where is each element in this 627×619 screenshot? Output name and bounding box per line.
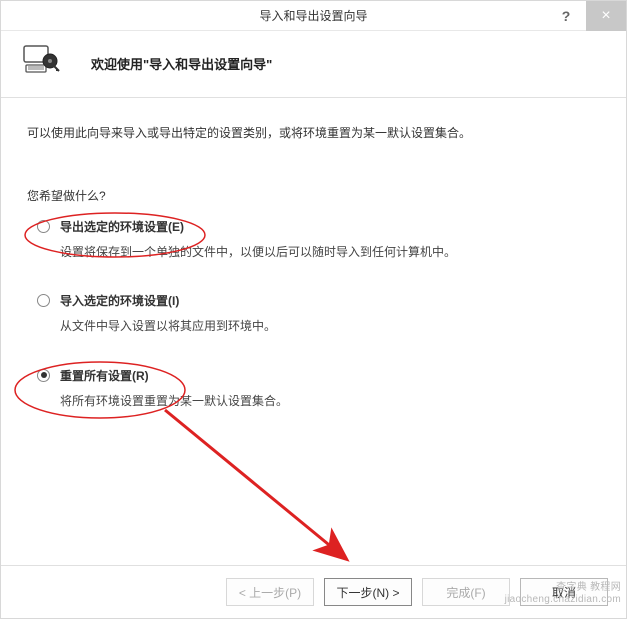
wizard-window: 导入和导出设置向导 ? × 欢迎使用"导入和导出设置向导" 可以使用此向导来导入…: [0, 0, 627, 619]
option-import-label: 导入选定的环境设置(I): [60, 292, 179, 309]
watermark-line2: jiaocheng.chazidian.com: [505, 594, 621, 605]
import-export-icon: [23, 45, 61, 81]
wizard-footer: < 上一步(P) 下一步(N) > 完成(F) 取消: [1, 565, 626, 618]
titlebar: 导入和导出设置向导 ? ×: [1, 1, 626, 31]
option-reset-desc: 将所有环境设置重置为某一默认设置集合。: [60, 392, 600, 411]
option-export[interactable]: 导出选定的环境设置(E) 设置将保存到一个单独的文件中，以便以后可以随时导入到任…: [37, 218, 600, 262]
prev-button: < 上一步(P): [226, 578, 314, 606]
option-reset-label: 重置所有设置(R): [60, 367, 149, 384]
description-text: 可以使用此向导来导入或导出特定的设置类别，或将环境重置为某一默认设置集合。: [27, 124, 600, 143]
wizard-header: 欢迎使用"导入和导出设置向导": [1, 31, 626, 98]
window-title: 导入和导出设置向导: [1, 7, 626, 24]
watermark-line1: 查字典 教程网: [556, 578, 621, 593]
option-export-label: 导出选定的环境设置(E): [60, 218, 184, 235]
radio-import[interactable]: [37, 294, 50, 307]
radio-export[interactable]: [37, 220, 50, 233]
titlebar-controls: ? ×: [546, 1, 626, 31]
option-export-desc: 设置将保存到一个单独的文件中，以便以后可以随时导入到任何计算机中。: [60, 243, 600, 262]
option-reset[interactable]: 重置所有设置(R) 将所有环境设置重置为某一默认设置集合。: [37, 367, 600, 411]
close-button[interactable]: ×: [586, 1, 626, 31]
wizard-heading: 欢迎使用"导入和导出设置向导": [91, 54, 272, 73]
options-group: 导出选定的环境设置(E) 设置将保存到一个单独的文件中，以便以后可以随时导入到任…: [37, 218, 600, 411]
help-button[interactable]: ?: [546, 1, 586, 31]
option-import[interactable]: 导入选定的环境设置(I) 从文件中导入设置以将其应用到环境中。: [37, 292, 600, 336]
prompt-text: 您希望做什么?: [27, 187, 600, 204]
finish-button: 完成(F): [422, 578, 510, 606]
option-import-desc: 从文件中导入设置以将其应用到环境中。: [60, 317, 600, 336]
radio-reset[interactable]: [37, 369, 50, 382]
wizard-content: 可以使用此向导来导入或导出特定的设置类别，或将环境重置为某一默认设置集合。 您希…: [1, 98, 626, 565]
next-button[interactable]: 下一步(N) >: [324, 578, 412, 606]
